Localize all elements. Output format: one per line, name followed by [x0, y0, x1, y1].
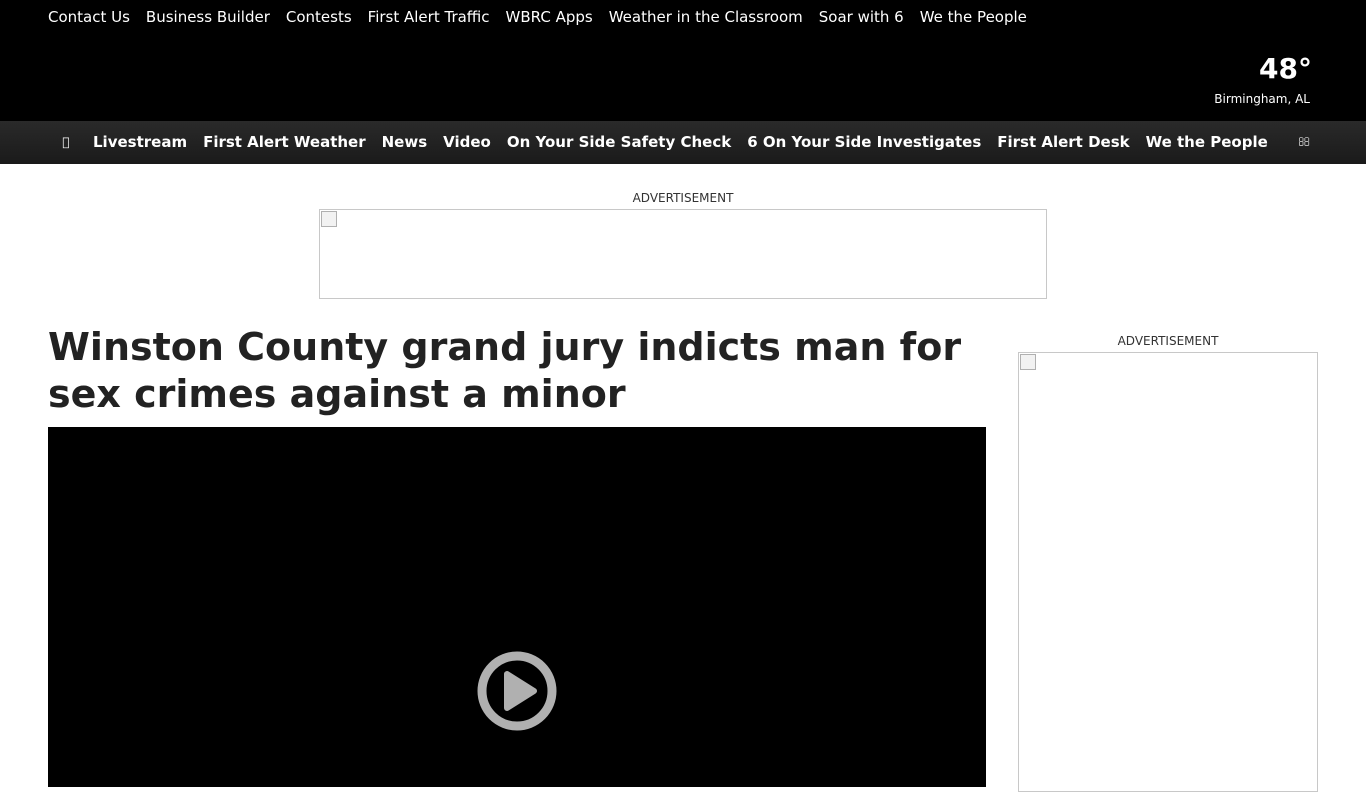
utility-link-contests[interactable]: Contests — [286, 7, 352, 27]
top-advertisement: ADVERTISEMENT — [319, 190, 1047, 299]
utility-link-wbrc-apps[interactable]: WBRC Apps — [506, 7, 593, 27]
broken-image-icon — [321, 211, 337, 227]
utility-link-weather-in-the-classroom[interactable]: Weather in the Classroom — [609, 7, 803, 27]
main-nav:  Livestream First Alert Weather News Vi… — [0, 121, 1366, 164]
advertisement-label: ADVERTISEMENT — [1117, 334, 1219, 348]
sidebar-advertisement: ADVERTISEMENT — [1018, 333, 1318, 792]
search-icon[interactable]:  — [1296, 132, 1312, 152]
weather-location: Birmingham, AL — [1214, 92, 1310, 106]
nav-link-livestream[interactable]: Livestream — [93, 132, 187, 152]
broken-image-icon — [1020, 354, 1036, 370]
nav-link-first-alert-desk[interactable]: First Alert Desk — [997, 132, 1129, 152]
article-headline: Winston County grand jury indicts man fo… — [48, 325, 962, 416]
main-nav-links: Livestream First Alert Weather News Vide… — [93, 132, 1268, 152]
advertisement-slot[interactable] — [319, 209, 1047, 299]
weather-temperature: 48° — [1259, 52, 1312, 85]
top-header: Contact Us Business Builder Contests Fir… — [0, 0, 1366, 121]
nav-link-news[interactable]: News — [382, 132, 428, 152]
advertisement-slot[interactable] — [1018, 352, 1318, 792]
nav-link-first-alert-weather[interactable]: First Alert Weather — [203, 132, 366, 152]
nav-link-6-on-your-side-investigates[interactable]: 6 On Your Side Investigates — [747, 132, 981, 152]
play-icon[interactable] — [477, 651, 557, 731]
utility-link-first-alert-traffic[interactable]: First Alert Traffic — [368, 7, 490, 27]
weather-widget[interactable]: 48° Birmingham, AL — [1214, 52, 1312, 107]
menu-icon[interactable]:  — [58, 132, 74, 152]
utility-link-business-builder[interactable]: Business Builder — [146, 7, 270, 27]
nav-link-on-your-side-safety-check[interactable]: On Your Side Safety Check — [507, 132, 731, 152]
utility-link-we-the-people[interactable]: We the People — [920, 7, 1027, 27]
nav-link-we-the-people[interactable]: We the People — [1146, 132, 1268, 152]
advertisement-label: ADVERTISEMENT — [632, 191, 734, 205]
utility-link-contact-us[interactable]: Contact Us — [48, 7, 130, 27]
utility-link-soar-with-6[interactable]: Soar with 6 — [819, 7, 904, 27]
utility-nav: Contact Us Business Builder Contests Fir… — [48, 7, 1027, 27]
nav-link-video[interactable]: Video — [443, 132, 491, 152]
video-player[interactable] — [48, 427, 986, 787]
